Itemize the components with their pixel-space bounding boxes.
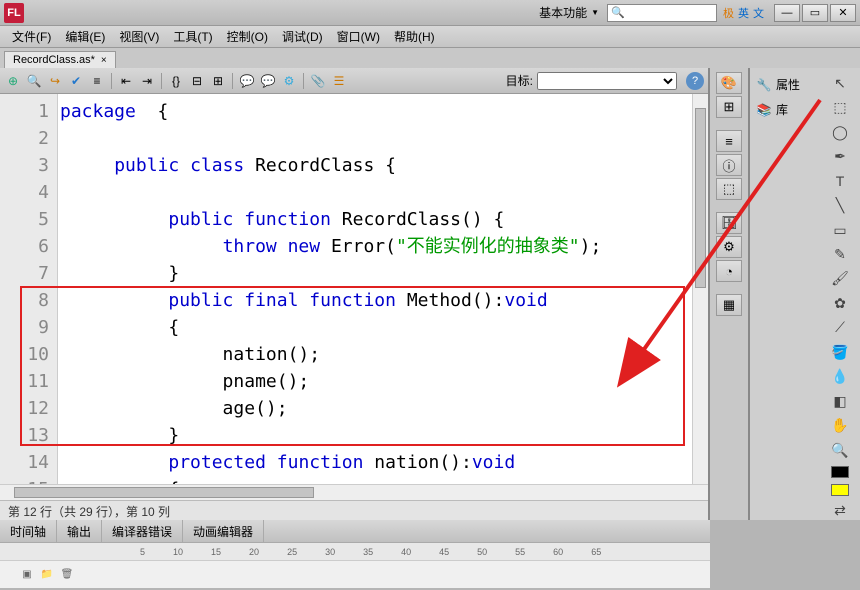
bottom-tabs: 时间轴输出编译器错误动画编辑器 [0,520,710,542]
pen-tool-icon[interactable]: ✒ [829,147,851,165]
code-area[interactable]: 123456789101112131415 package { public c… [0,94,708,484]
motion-icon[interactable]: ◔ [716,260,742,282]
menubar: 文件(F)编辑(E)视图(V)工具(T)控制(O)调试(D)窗口(W)帮助(H) [0,26,860,48]
menu-item[interactable]: 工具(T) [167,26,218,47]
tools-panel: ↖ ⬚ ◯ ✒ T ╲ ▭ ✎ 🖌 ✿ ⟋ 🪣 💧 ◧ ✋ 🔍 ⇄ [820,68,860,520]
menu-item[interactable]: 视图(V) [113,26,165,47]
bottom-tab[interactable]: 编译器错误 [102,520,183,543]
menu-item[interactable]: 文件(F) [6,26,57,47]
eraser-tool-icon[interactable]: ◧ [829,392,851,410]
goto-icon[interactable]: ↪ [46,72,64,90]
find-icon[interactable]: 🔍 [25,72,43,90]
search-input[interactable]: 🔍 [607,4,717,22]
library-icon[interactable]: 🗄 [716,212,742,234]
hand-tool-icon[interactable]: ✋ [829,417,851,435]
menu-item[interactable]: 编辑(E) [59,26,111,47]
indent-right-icon[interactable]: ⇥ [138,72,156,90]
menu-item[interactable]: 调试(D) [276,26,329,47]
comment-icon[interactable]: 💬 [238,72,256,90]
text-tool-icon[interactable]: T [829,172,851,190]
rect-tool-icon[interactable]: ▭ [829,221,851,239]
components-icon[interactable]: ⚙ [716,236,742,258]
editor-toolbar: ⊕ 🔍 ↪ ✔ ≡ ⇤ ⇥ {} ⊟ ⊞ 💬 💬 ⚙ 📎 ☰ 目标: ? [0,68,708,94]
search-icon: 🔍 [611,6,625,19]
check-icon[interactable]: ✔ [67,72,85,90]
code-text[interactable]: package { public class RecordClass { pub… [58,94,708,484]
library-tab[interactable]: 📚 库 [750,97,820,122]
align-icon[interactable]: ⊞ [716,96,742,118]
bottom-tab[interactable]: 动画编辑器 [183,520,264,543]
swap-color-icon[interactable]: ⇄ [829,502,851,520]
collapse-icon[interactable]: ⊟ [188,72,206,90]
info-icon[interactable]: ⓘ [716,154,742,176]
layer-icon[interactable]: ▣ [20,568,34,582]
editor-panel: ⊕ 🔍 ↪ ✔ ≡ ⇤ ⇥ {} ⊟ ⊞ 💬 💬 ⚙ 📎 ☰ 目标: ? [0,68,710,520]
pin-icon[interactable]: 📎 [309,72,327,90]
vertical-scrollbar[interactable] [692,94,708,484]
fill-color[interactable] [831,484,849,496]
lasso-tool-icon[interactable]: ◯ [829,123,851,141]
ime-indicator[interactable]: 极 英 文 [723,5,764,21]
brush-tool-icon[interactable]: 🖌 [829,270,851,288]
deco-tool-icon[interactable]: ✿ [829,294,851,312]
selection-tool-icon[interactable]: ↖ [829,74,851,92]
menu-item[interactable]: 帮助(H) [388,26,441,47]
transform-icon[interactable]: ⬚ [716,178,742,200]
menu-item[interactable]: 控制(O) [221,26,274,47]
menu-item[interactable]: 窗口(W) [331,26,386,47]
target-label: 目标: [506,72,533,89]
brace-icon[interactable]: {} [167,72,185,90]
expand-icon[interactable]: ⊞ [209,72,227,90]
minimize-button[interactable]: — [774,4,800,22]
debug-icon[interactable]: ⚙ [280,72,298,90]
trash-icon[interactable]: 🗑 [60,568,74,582]
properties-panel: 🔧 属性 📚 库 [750,68,820,520]
options-icon[interactable]: ☰ [330,72,348,90]
eyedrop-tool-icon[interactable]: 💧 [829,368,851,386]
subselect-tool-icon[interactable]: ⬚ [829,98,851,116]
bone-tool-icon[interactable]: ⟋ [829,319,851,337]
indent-left-icon[interactable]: ⇤ [117,72,135,90]
library-books-icon: 📚 [756,103,772,117]
stroke-color[interactable] [831,466,849,478]
line-tool-icon[interactable]: ╲ [829,196,851,214]
uncomment-icon[interactable]: 💬 [259,72,277,90]
tab-close-icon[interactable]: × [101,55,107,66]
line-gutter: 123456789101112131415 [0,94,58,484]
project-icon[interactable]: ▦ [716,294,742,316]
bucket-tool-icon[interactable]: 🪣 [829,343,851,361]
titlebar: FL 基本功能▼ 🔍 极 英 文 — ▭ ✕ [0,0,860,26]
bottom-tab[interactable]: 时间轴 [0,520,57,543]
properties-tab[interactable]: 🔧 属性 [750,72,820,97]
folder-icon[interactable]: 📁 [40,568,54,582]
pencil-tool-icon[interactable]: ✎ [829,245,851,263]
app-icon: FL [4,3,24,23]
format-icon[interactable]: ≡ [88,72,106,90]
file-tab[interactable]: RecordClass.as* × [4,51,116,68]
timeline-ruler: 5101520253035404550556065 [0,542,710,560]
timeline-track[interactable]: ▣ 📁 🗑 [0,560,710,588]
zoom-tool-icon[interactable]: 🔍 [829,441,851,459]
close-button[interactable]: ✕ [830,4,856,22]
horizontal-scrollbar[interactable] [0,484,708,500]
target-dropdown[interactable] [537,72,677,90]
maximize-button[interactable]: ▭ [802,4,828,22]
document-tabbar: RecordClass.as* × [0,48,860,68]
bottom-tab[interactable]: 输出 [57,520,102,543]
add-icon[interactable]: ⊕ [4,72,22,90]
dock-column: 🎨 ⊞ ≡ ⓘ ⬚ 🗄 ⚙ ◔ ▦ [710,68,750,520]
help-icon[interactable]: ? [686,72,704,90]
swatches-icon[interactable]: 🎨 [716,72,742,94]
properties-icon: 🔧 [756,78,772,92]
workspace-dropdown[interactable]: 基本功能▼ [539,4,599,21]
align2-icon[interactable]: ≡ [716,130,742,152]
status-bar: 第 12 行（共 29 行），第 10 列 [0,500,708,520]
